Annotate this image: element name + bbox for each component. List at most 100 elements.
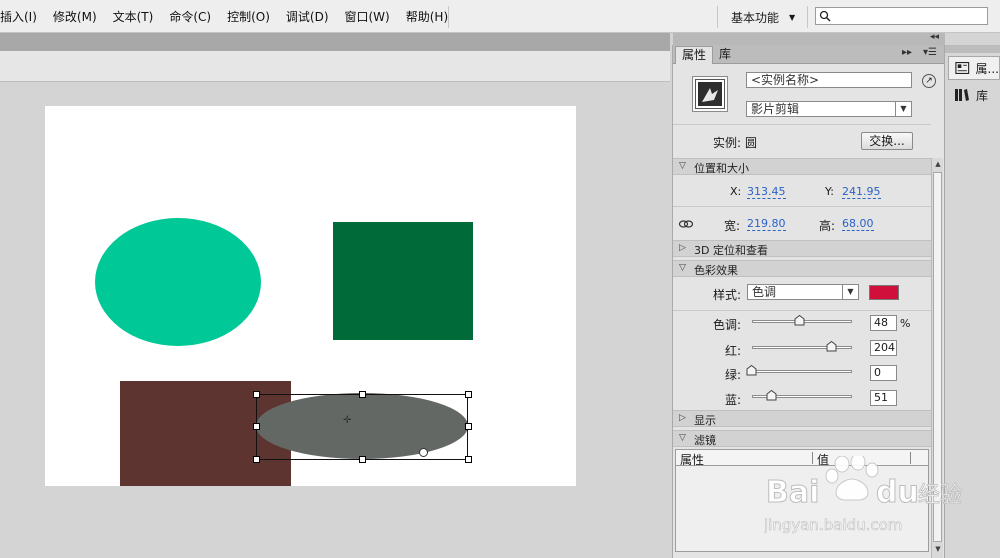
panel-menu-icon[interactable]: ▾☰ xyxy=(923,47,937,58)
instance-name-field[interactable]: <实例名称> xyxy=(746,72,912,88)
chevron-right-icon: ▷ xyxy=(679,413,686,423)
red-slider[interactable] xyxy=(752,346,852,349)
transform-point-icon[interactable] xyxy=(419,448,428,457)
menu-insert[interactable]: 插入(I) xyxy=(0,8,45,25)
red-slider-thumb[interactable] xyxy=(826,341,837,352)
transform-handle[interactable] xyxy=(253,456,260,463)
movieclip-icon xyxy=(692,76,728,112)
tint-label: 色调: xyxy=(713,318,742,332)
y-label: Y: xyxy=(825,185,834,198)
section-color-effect[interactable]: ▽ 色彩效果 xyxy=(673,260,931,277)
style-value: 色调 xyxy=(752,285,777,299)
symbol-type-select[interactable]: 影片剪辑 ▼ xyxy=(746,101,912,117)
menu-divider xyxy=(717,6,718,28)
workspace-label: 基本功能 xyxy=(731,11,780,25)
transform-handle[interactable] xyxy=(465,423,472,430)
green-slider[interactable] xyxy=(752,370,852,373)
instance-value: 圆 xyxy=(745,136,758,150)
height-value[interactable]: 68.00 xyxy=(842,218,874,231)
teal-ellipse[interactable] xyxy=(95,218,261,346)
transform-handle[interactable] xyxy=(465,456,472,463)
workspace-switcher[interactable]: 基本功能 ▼ xyxy=(731,9,795,26)
divider xyxy=(673,124,931,125)
instance-name-placeholder: <实例名称> xyxy=(751,73,820,87)
tint-unit: % xyxy=(900,317,911,330)
menu-divider xyxy=(807,6,808,28)
edit-symbol-icon[interactable]: ↗ xyxy=(922,74,936,88)
menu-window[interactable]: 窗口(W) xyxy=(337,8,398,25)
expand-icon[interactable]: ▸▸ xyxy=(902,47,912,58)
dock-title-bar xyxy=(945,45,1000,53)
menu-modify[interactable]: 修改(M) xyxy=(45,8,105,25)
menu-divider xyxy=(448,6,449,28)
section-title: 3D 定位和查看 xyxy=(694,244,768,257)
chevron-down-icon: ▽ xyxy=(679,263,686,273)
chevron-right-icon: ▷ xyxy=(679,243,686,253)
x-label: X: xyxy=(730,185,742,198)
lock-proportions-icon[interactable] xyxy=(679,219,693,229)
x-value[interactable]: 313.45 xyxy=(747,186,786,199)
baidu-watermark-logo: Bai du 经验 jingyan.baidu.com xyxy=(763,453,964,536)
menu-bar: 插入(I) 修改(M) 文本(T) 命令(C) 控制(O) 调试(D) 窗口(W… xyxy=(0,0,1000,33)
symbol-type-value: 影片剪辑 xyxy=(751,102,800,116)
menu-control[interactable]: 控制(O) xyxy=(219,8,278,25)
section-3d-position[interactable]: ▷ 3D 定位和查看 xyxy=(673,240,931,257)
transform-handle[interactable] xyxy=(359,391,366,398)
height-label: 高: xyxy=(819,219,836,233)
style-select[interactable]: 色调 ▼ xyxy=(747,284,859,300)
registration-cross-icon: ✛ xyxy=(343,415,352,426)
transform-handle[interactable] xyxy=(359,456,366,463)
chevron-down-icon: ▼ xyxy=(895,102,911,116)
scroll-down-icon[interactable]: ▼ xyxy=(933,544,943,554)
section-title: 位置和大小 xyxy=(694,162,749,175)
search-icon xyxy=(819,10,831,22)
green-slider-thumb[interactable] xyxy=(746,365,757,376)
selection-bounding-box xyxy=(256,394,468,460)
chevron-down-icon: ▼ xyxy=(842,285,858,299)
panel-tabs: 属性 库 ▸▸ ▾☰ xyxy=(673,45,945,64)
transform-handle[interactable] xyxy=(253,423,260,430)
blue-input[interactable]: 51 xyxy=(870,390,897,406)
blue-slider-thumb[interactable] xyxy=(766,390,777,401)
svg-text:Bai: Bai xyxy=(766,475,819,510)
menu-items: 插入(I) 修改(M) 文本(T) 命令(C) 控制(O) 调试(D) 窗口(W… xyxy=(0,0,456,33)
stage[interactable]: ✛ xyxy=(45,106,576,486)
style-label: 样式: xyxy=(713,288,742,302)
menu-debug[interactable]: 调试(D) xyxy=(278,8,337,25)
edit-bar xyxy=(0,51,670,82)
properties-icon xyxy=(955,61,970,75)
scroll-up-icon[interactable]: ▲ xyxy=(933,159,943,169)
tint-input[interactable]: 48 xyxy=(870,315,897,331)
section-position-size[interactable]: ▽ 位置和大小 xyxy=(673,158,931,175)
instance-label: 实例: xyxy=(713,136,742,150)
tab-properties[interactable]: 属性 xyxy=(675,46,714,64)
y-value[interactable]: 241.95 xyxy=(842,186,881,199)
green-label: 绿: xyxy=(725,368,742,382)
svg-text:du: du xyxy=(876,475,919,510)
tab-library[interactable]: 库 xyxy=(713,46,737,64)
menu-text[interactable]: 文本(T) xyxy=(105,8,162,25)
chevron-down-icon: ▽ xyxy=(679,433,686,443)
svg-text:经验: 经验 xyxy=(918,483,962,508)
document-tab-strip xyxy=(0,33,670,51)
collapse-icon[interactable]: ◂◂ xyxy=(930,32,939,42)
width-value[interactable]: 219.80 xyxy=(747,218,786,231)
green-input[interactable]: 0 xyxy=(870,365,897,381)
transform-handle[interactable] xyxy=(465,391,472,398)
svg-text:jingyan.baidu.com: jingyan.baidu.com xyxy=(764,516,902,534)
menu-commands[interactable]: 命令(C) xyxy=(161,8,219,25)
divider xyxy=(673,310,931,311)
red-label: 红: xyxy=(725,344,742,358)
tint-color-swatch[interactable] xyxy=(869,285,899,300)
dock-library[interactable]: 库 xyxy=(948,83,1000,107)
swap-button[interactable]: 交换... xyxy=(861,132,913,150)
tint-slider-thumb[interactable] xyxy=(794,315,805,326)
search-input[interactable] xyxy=(815,7,988,25)
section-display[interactable]: ▷ 显示 xyxy=(673,410,931,427)
dock-properties-label: 属... xyxy=(975,61,999,76)
red-input[interactable]: 204 xyxy=(870,340,897,356)
green-square[interactable] xyxy=(333,222,473,340)
dock-properties[interactable]: 属... xyxy=(948,56,1000,80)
transform-handle[interactable] xyxy=(253,391,260,398)
section-filters[interactable]: ▽ 滤镜 xyxy=(673,430,931,447)
